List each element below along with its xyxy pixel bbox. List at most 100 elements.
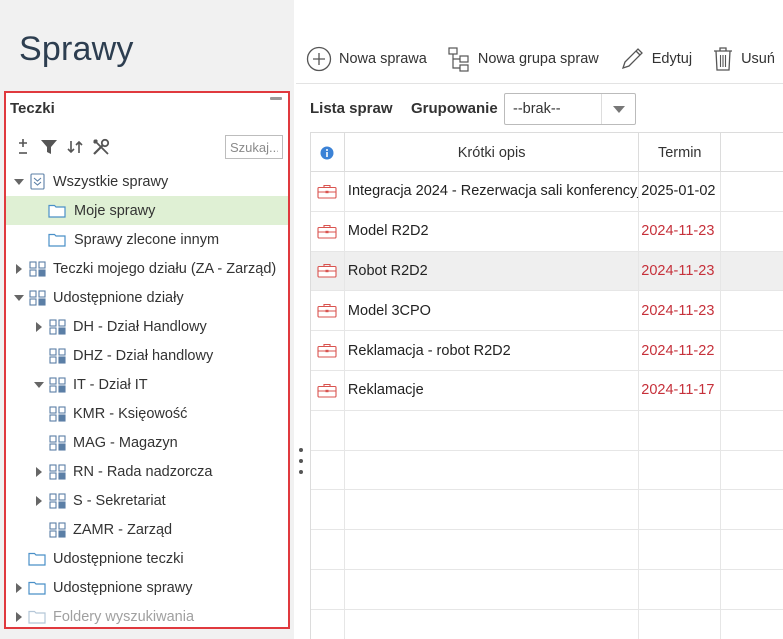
case-description: Robot R2D2 bbox=[345, 251, 640, 291]
caret-down-icon[interactable] bbox=[12, 291, 26, 305]
expand-collapse-button[interactable] bbox=[12, 136, 34, 158]
tree-item-label: Sprawy zlecone innym bbox=[74, 231, 220, 248]
tree-item[interactable]: RN - Rada nadzorcza bbox=[6, 457, 288, 486]
caret-right-icon[interactable] bbox=[12, 581, 26, 595]
tree-item[interactable]: Sprawy zlecone innym bbox=[6, 225, 288, 254]
caret-right-icon[interactable] bbox=[32, 494, 46, 508]
grouping-select-value: --brak-- bbox=[513, 101, 561, 117]
tree-item-label: RN - Rada nadzorcza bbox=[73, 463, 213, 480]
tools-icon bbox=[93, 138, 110, 155]
case-description: Model 3CPO bbox=[345, 291, 640, 331]
tree-item[interactable]: IT - Dział IT bbox=[6, 370, 288, 399]
hierarchy-icon bbox=[448, 47, 469, 72]
delete-label: Usuń bbox=[741, 51, 775, 67]
empty-row bbox=[311, 609, 783, 639]
tree-item-label: MAG - Magazyn bbox=[73, 434, 178, 451]
splitter-dot bbox=[299, 459, 303, 463]
tree-item-label: IT - Dział IT bbox=[73, 376, 148, 393]
caret-right-icon[interactable] bbox=[12, 610, 26, 624]
info-icon bbox=[320, 146, 334, 159]
table-row[interactable]: Model R2D2 2024-11-23 bbox=[311, 211, 783, 252]
case-due-date: 2024-11-17 bbox=[639, 370, 722, 410]
briefcase-icon bbox=[311, 291, 345, 331]
grouping-select[interactable]: --brak-- bbox=[504, 93, 636, 125]
briefcase-icon bbox=[311, 172, 345, 211]
splitter-dot bbox=[299, 448, 303, 452]
caret-down-icon[interactable] bbox=[12, 175, 26, 189]
refresh-button[interactable] bbox=[64, 136, 86, 158]
department-icon bbox=[28, 260, 46, 277]
tree-item[interactable]: Foldery wyszukiwania bbox=[6, 602, 288, 627]
case-due-date: 2025-01-02 bbox=[639, 172, 722, 211]
plus-minus-icon bbox=[19, 139, 27, 154]
minimize-icon[interactable] bbox=[270, 97, 282, 100]
briefcase-icon bbox=[311, 331, 345, 370]
splitter-dot bbox=[299, 470, 303, 474]
briefcase-icon bbox=[311, 211, 345, 251]
filter-button[interactable] bbox=[38, 136, 60, 158]
empty-cell bbox=[721, 172, 783, 211]
tree-item[interactable]: Udostępnione działy bbox=[6, 283, 288, 312]
new-case-button[interactable]: Nowa sprawa bbox=[306, 46, 427, 72]
department-icon bbox=[48, 376, 66, 393]
department-icon bbox=[48, 318, 66, 335]
main-toolbar: Nowa sprawa Nowa grupa spraw Edytuj Usuń bbox=[296, 40, 783, 78]
department-icon bbox=[48, 405, 66, 422]
tree-item-label: Wszystkie sprawy bbox=[53, 173, 169, 190]
tree-item[interactable]: MAG - Magazyn bbox=[6, 428, 288, 457]
info-column-header[interactable] bbox=[311, 133, 345, 172]
tree-item-label: Moje sprawy bbox=[74, 202, 156, 219]
description-column-header[interactable]: Krótki opis bbox=[345, 133, 640, 172]
tools-button[interactable] bbox=[90, 136, 112, 158]
table-row[interactable]: Model 3CPO 2024-11-23 bbox=[311, 291, 783, 332]
tree-toolbar bbox=[12, 135, 112, 159]
empty-row bbox=[311, 450, 783, 491]
toolbar-divider bbox=[296, 83, 783, 84]
delete-button[interactable]: Usuń bbox=[712, 46, 775, 72]
case-due-date: 2024-11-23 bbox=[639, 251, 722, 291]
tree-item[interactable]: KMR - Księowość bbox=[6, 399, 288, 428]
new-case-group-button[interactable]: Nowa grupa spraw bbox=[447, 46, 599, 72]
briefcase-icon bbox=[311, 251, 345, 291]
due-date-column-header[interactable]: Termin bbox=[639, 133, 722, 172]
empty-row bbox=[311, 530, 783, 570]
caret-right-icon[interactable] bbox=[32, 465, 46, 479]
tree-item[interactable]: Udostępnione teczki bbox=[6, 544, 288, 573]
tree-item[interactable]: DH - Dział Handlowy bbox=[6, 312, 288, 341]
folders-tree: Wszystkie sprawy Moje sprawy Sprawy zlecon… bbox=[6, 167, 288, 627]
folders-panel: Teczki Szukaj... Wszystkie sprawy Moje s… bbox=[4, 91, 290, 629]
caret-down-icon[interactable] bbox=[32, 378, 46, 392]
tree-item[interactable]: ZAMR - Zarząd bbox=[6, 515, 288, 544]
empty-cell bbox=[721, 331, 783, 370]
edit-label: Edytuj bbox=[651, 51, 693, 67]
page-title: Sprawy bbox=[19, 30, 134, 68]
tree-search-input[interactable] bbox=[225, 135, 283, 159]
folder-icon bbox=[28, 551, 46, 567]
folders-panel-title: Teczki bbox=[10, 100, 55, 117]
chevron-down-icon[interactable] bbox=[601, 94, 635, 124]
caret-right-icon[interactable] bbox=[12, 262, 26, 276]
caret-right-icon[interactable] bbox=[32, 320, 46, 334]
table-row[interactable]: Reklamacja - robot R2D2 2024-11-22 bbox=[311, 331, 783, 371]
tree-item[interactable]: Wszystkie sprawy bbox=[6, 167, 288, 196]
tree-item[interactable]: S - Sekretariat bbox=[6, 486, 288, 515]
tree-item[interactable]: Udostępnione sprawy bbox=[6, 573, 288, 602]
case-due-date: 2024-11-22 bbox=[639, 331, 722, 370]
panel-splitter[interactable] bbox=[296, 448, 306, 474]
case-due-date: 2024-11-23 bbox=[639, 291, 722, 331]
department-icon bbox=[48, 347, 66, 364]
department-icon bbox=[48, 463, 66, 480]
tree-item[interactable]: Teczki mojego działu (ZA - Zarząd) bbox=[6, 254, 288, 283]
table-row[interactable]: Reklamacje 2024-11-17 bbox=[311, 370, 783, 411]
table-row[interactable]: Integracja 2024 - Rezerwacja sali konfer… bbox=[311, 172, 783, 212]
department-icon bbox=[48, 521, 66, 538]
tree-item[interactable]: Moje sprawy bbox=[6, 196, 288, 225]
plus-circle-icon bbox=[306, 46, 332, 72]
tree-item-label: Udostępnione działy bbox=[53, 289, 184, 306]
tree-item-label: Foldery wyszukiwania bbox=[53, 608, 195, 625]
empty-cell bbox=[721, 212, 783, 251]
department-icon bbox=[28, 289, 46, 306]
tree-item[interactable]: DHZ - Dział handlowy bbox=[6, 341, 288, 370]
table-row[interactable]: Robot R2D2 2024-11-23 bbox=[311, 251, 783, 292]
edit-button[interactable]: Edytuj bbox=[619, 46, 692, 72]
